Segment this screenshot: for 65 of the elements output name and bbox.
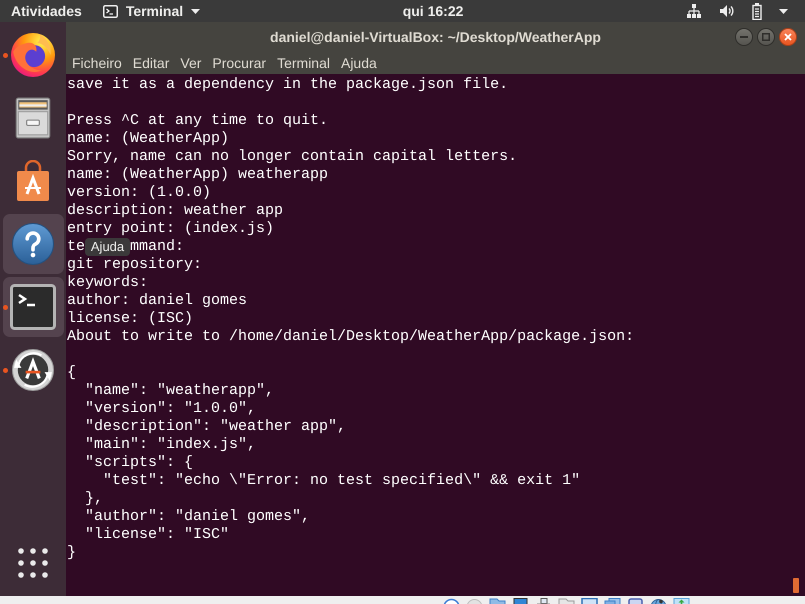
activities-button[interactable]: Atividades bbox=[0, 0, 93, 22]
terminal-line: } bbox=[67, 544, 76, 562]
globe-icon[interactable] bbox=[650, 598, 667, 604]
terminal-line: save it as a dependency in the package.json file. bbox=[67, 76, 508, 94]
dock-button[interactable] bbox=[2, 277, 64, 337]
file-cabinet-icon bbox=[15, 97, 51, 139]
folder-icon[interactable] bbox=[604, 598, 621, 604]
terminal-line: keywords: bbox=[67, 274, 148, 292]
arrow-icon[interactable] bbox=[673, 598, 690, 604]
volume-icon[interactable] bbox=[718, 3, 735, 19]
minimize-button[interactable] bbox=[735, 28, 753, 46]
terminal-line: Sorry, name can no longer contain capital letters. bbox=[67, 148, 518, 166]
terminal-text: te bbox=[67, 238, 86, 256]
close-button[interactable] bbox=[779, 28, 797, 46]
terminal-line: "test": "echo \"Error: no test specified\" && exit 1" bbox=[102, 472, 580, 490]
window-title: daniel@daniel-VirtualBox: ~/Desktop/WeatherApp bbox=[270, 29, 601, 45]
network-icon[interactable] bbox=[535, 598, 552, 604]
scrollbar-thumb[interactable] bbox=[793, 578, 799, 593]
caret-icon[interactable] bbox=[778, 8, 788, 14]
menu-item[interactable]: Ver bbox=[174, 52, 207, 74]
terminal-line: author: daniel gomes bbox=[67, 292, 248, 310]
terminal-line: "author": "daniel gomes", bbox=[84, 508, 310, 526]
terminal-line: version: (1.0.0) bbox=[67, 184, 212, 202]
terminal-icon bbox=[10, 284, 56, 330]
fox-globe-icon bbox=[11, 33, 55, 77]
terminal-line: "name": "weatherapp", bbox=[84, 382, 274, 400]
menu-item[interactable]: Ficheiro bbox=[66, 52, 128, 74]
terminal-line: entry point: (index.js) bbox=[67, 220, 274, 238]
menu-item[interactable]: Editar bbox=[127, 52, 175, 74]
terminal-line: git repository: bbox=[67, 256, 202, 274]
terminal-line: "main": "index.js", bbox=[84, 436, 256, 454]
terminal-line: description: weather app bbox=[67, 202, 284, 220]
terminal-line: name: (WeatherApp) weatherapp bbox=[67, 166, 328, 184]
terminal-line: "description": "weather app", bbox=[84, 418, 346, 436]
terminal-line: }, bbox=[84, 490, 104, 508]
terminal-line: About to write to /home/daniel/Desktop/WeatherApp/package.json: bbox=[67, 328, 634, 346]
app-grid-icon[interactable] bbox=[18, 548, 48, 578]
caret-icon bbox=[191, 8, 200, 14]
terminal-line: "license": "ISC" bbox=[84, 526, 230, 544]
tooltip: Ajuda bbox=[85, 238, 130, 256]
network-icon[interactable] bbox=[686, 3, 702, 19]
folder-icon[interactable] bbox=[489, 598, 506, 604]
battery-icon[interactable] bbox=[752, 2, 762, 20]
maximize-icon bbox=[762, 33, 770, 41]
terminal-line: { bbox=[67, 364, 76, 382]
circular-arrows-icon bbox=[12, 349, 54, 391]
monitor-icon[interactable] bbox=[581, 598, 598, 604]
close-icon bbox=[784, 33, 792, 41]
terminal-line: name: (WeatherApp) bbox=[67, 130, 230, 148]
menu-item[interactable]: Ajuda bbox=[335, 52, 382, 74]
terminal-text: mmand: bbox=[130, 238, 184, 256]
display-icon[interactable] bbox=[512, 598, 529, 604]
clock[interactable]: qui 16:22 bbox=[402, 3, 464, 19]
terminal-line: Press ^C at any time to quit. bbox=[67, 112, 328, 130]
minimize-icon bbox=[740, 36, 748, 38]
dock-button[interactable] bbox=[2, 214, 64, 274]
terminal-line: license: (ISC) bbox=[67, 310, 194, 328]
terminal-line: "scripts": { bbox=[84, 454, 194, 472]
menu-item[interactable]: Procurar bbox=[206, 52, 272, 74]
shopping-bag-icon bbox=[16, 160, 50, 202]
app-menu-button[interactable]: Terminal bbox=[102, 0, 200, 22]
terminal-line: "version": "1.0.0", bbox=[84, 400, 256, 418]
help-icon bbox=[12, 223, 54, 265]
terminal-icon bbox=[102, 4, 118, 18]
menu-item[interactable]: Terminal bbox=[272, 52, 336, 74]
